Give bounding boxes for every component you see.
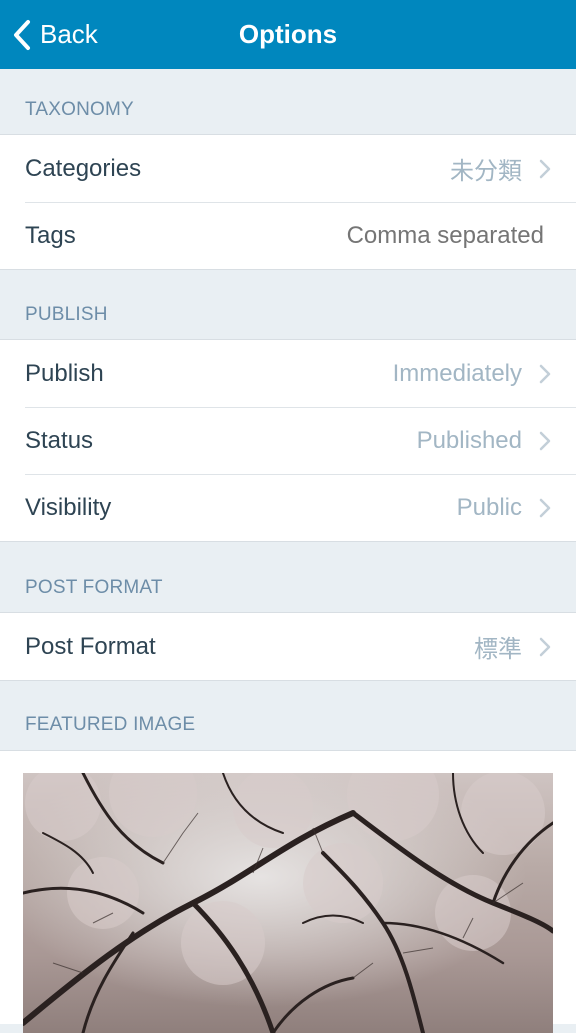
visibility-row[interactable]: Visibility Public [0, 474, 576, 541]
featured-image-area [0, 750, 576, 1033]
row-label: Categories [25, 154, 142, 182]
cherry-blossom-photo [23, 773, 553, 1033]
tags-input[interactable] [252, 221, 552, 250]
row-label: Post Format [25, 632, 156, 660]
publish-date-row[interactable]: Publish Immediately [0, 340, 576, 407]
row-value: Published [416, 426, 522, 454]
row-label: Tags [25, 221, 76, 249]
categories-row[interactable]: Categories 未分類 [0, 135, 576, 202]
section-header-publish: PUBLISH [25, 304, 108, 325]
chevron-right-icon [539, 364, 551, 383]
back-button[interactable]: Back [10, 0, 98, 69]
row-value: 標準 [474, 636, 522, 663]
section-header-taxonomy: TAXONOMY [25, 99, 134, 120]
row-label: Status [25, 426, 94, 454]
post-format-group: Post Format 標準 [0, 612, 576, 681]
row-value: Public [456, 493, 522, 521]
publish-group: Publish Immediately Status Published Vis… [0, 339, 576, 542]
nav-bar: Back Options [0, 0, 576, 69]
post-format-row[interactable]: Post Format 標準 [0, 613, 576, 680]
chevron-right-icon [539, 498, 551, 517]
status-row[interactable]: Status Published [0, 407, 576, 474]
taxonomy-group: Categories 未分類 Tags [0, 134, 576, 270]
chevron-right-icon [539, 637, 551, 656]
tags-row[interactable]: Tags [0, 202, 576, 269]
row-value: Immediately [392, 359, 522, 387]
row-label: Publish [25, 359, 104, 387]
row-label: Visibility [25, 493, 112, 521]
chevron-right-icon [539, 159, 551, 178]
section-header-post-format: POST FORMAT [25, 577, 163, 598]
chevron-left-icon [14, 19, 30, 50]
back-label: Back [40, 19, 98, 49]
row-value: 未分類 [450, 158, 522, 185]
chevron-right-icon [539, 431, 551, 450]
featured-image[interactable] [23, 773, 553, 1033]
section-header-featured-image: FEATURED IMAGE [25, 714, 196, 735]
